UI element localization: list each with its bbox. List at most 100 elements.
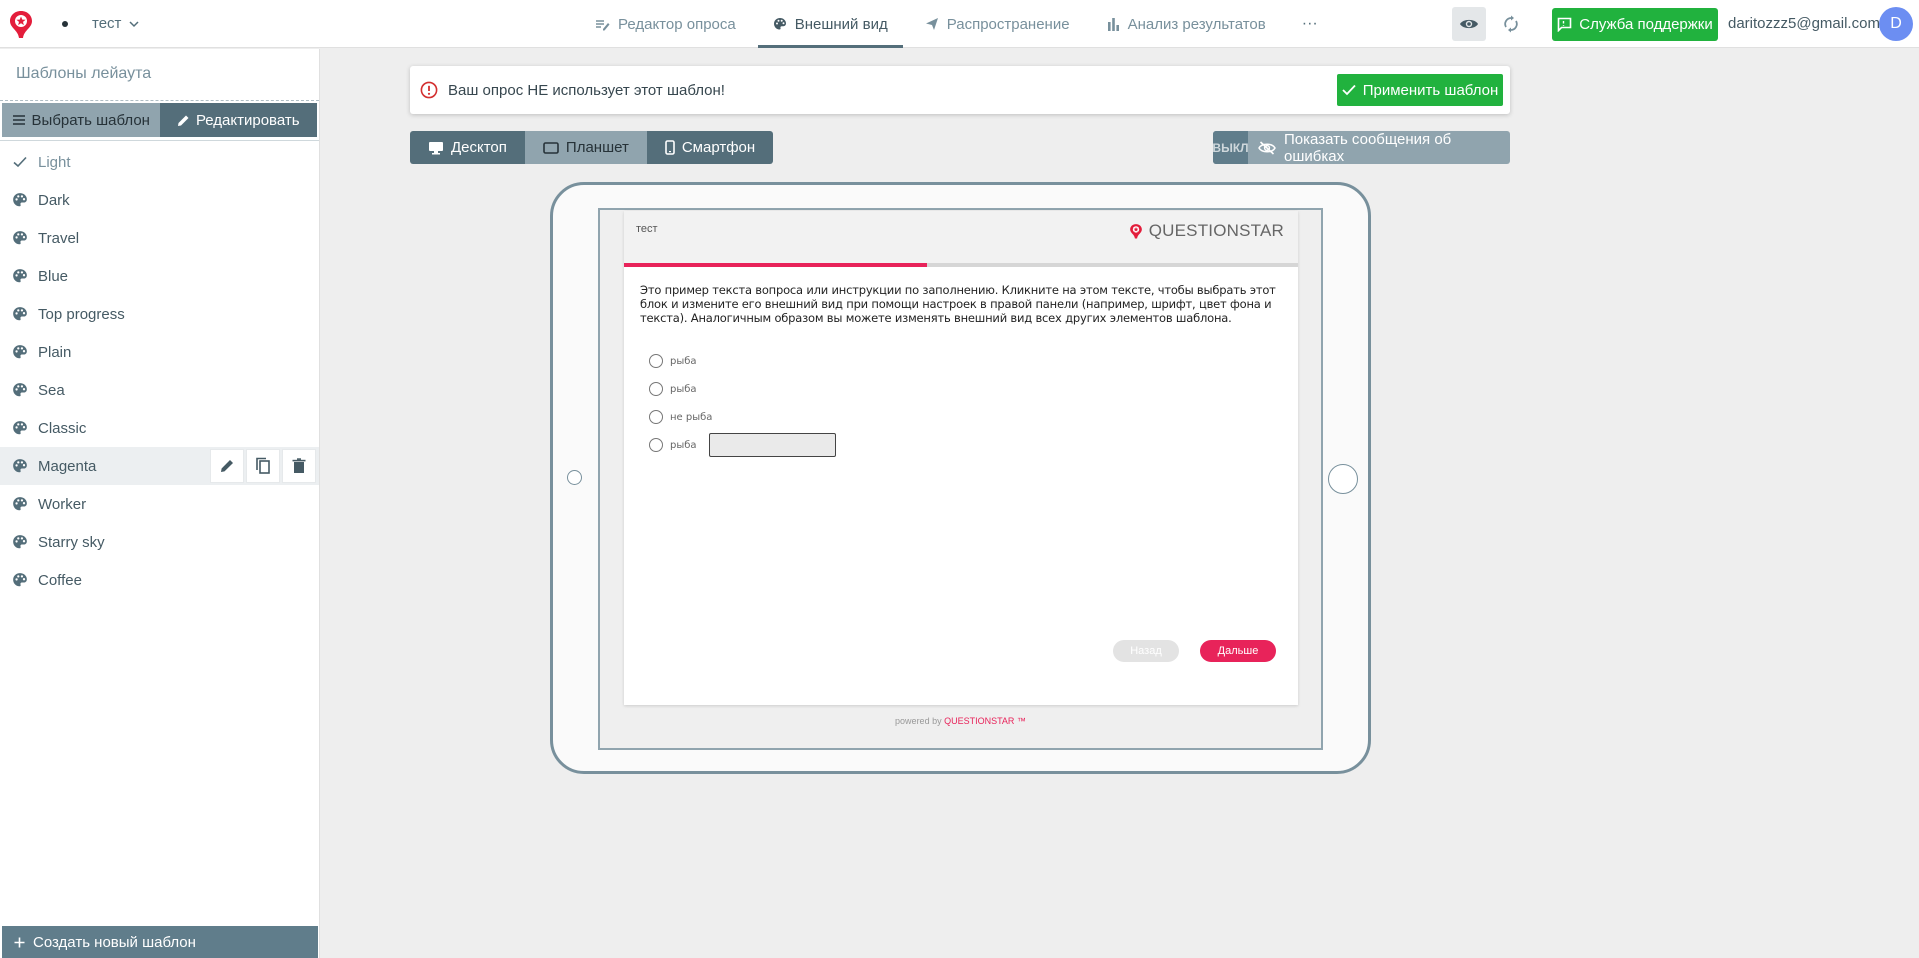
radio-button[interactable] <box>649 354 663 368</box>
template-name: Sea <box>38 381 65 399</box>
menu-icon <box>12 114 26 126</box>
powered-by: powered by QUESTIONSTAR ™ <box>600 716 1321 726</box>
eye-off-icon <box>1258 140 1276 155</box>
answer-label: рыба <box>670 439 697 451</box>
nav-distribution[interactable]: Распространение <box>910 0 1085 48</box>
answer-option[interactable]: рыба <box>649 431 1298 459</box>
more-menu-button[interactable]: ··· <box>1288 0 1332 48</box>
pencil-icon <box>219 458 235 474</box>
check-icon <box>12 154 28 170</box>
tab-select-label: Выбрать шаблон <box>31 111 150 129</box>
device-switcher: Десктоп Планшет Смартфон <box>410 131 774 164</box>
apply-template-button[interactable]: Применить шаблон <box>1337 74 1503 106</box>
answer-option[interactable]: не рыба <box>649 403 1298 431</box>
nav-editor[interactable]: Редактор опроса <box>580 0 751 48</box>
create-template-label: Создать новый шаблон <box>33 933 196 951</box>
survey-preview: тест QUESTIONSTAR Это пример текста вопр… <box>624 211 1298 705</box>
template-name: Top progress <box>38 305 125 323</box>
template-item-sea[interactable]: Sea <box>0 371 319 409</box>
template-notice: Ваш опрос НЕ использует этот шаблон! При… <box>410 66 1510 114</box>
template-item-travel[interactable]: Travel <box>0 219 319 257</box>
back-button[interactable]: Назад <box>1113 640 1179 662</box>
question-text[interactable]: Это пример текста вопроса или инструкции… <box>624 267 1298 325</box>
device-phone-button[interactable]: Смартфон <box>647 131 773 164</box>
survey-name-label: тест <box>92 15 122 32</box>
template-item-top-progress[interactable]: Top progress <box>0 295 319 333</box>
support-button[interactable]: Служба поддержки <box>1552 8 1718 41</box>
tab-edit-template[interactable]: Редактировать <box>159 103 317 137</box>
create-template-button[interactable]: Создать новый шаблон <box>2 926 318 958</box>
template-actions <box>210 449 316 483</box>
template-item-classic[interactable]: Classic <box>0 409 319 447</box>
device-tablet-button[interactable]: Планшет <box>524 131 647 164</box>
palette-icon <box>12 192 28 208</box>
edit-template-button[interactable] <box>210 449 244 483</box>
tablet-frame: тест QUESTIONSTAR Это пример текста вопр… <box>550 182 1371 774</box>
palette-icon <box>12 496 28 512</box>
nav-appearance[interactable]: Внешний вид <box>757 0 903 48</box>
alert-circle-icon <box>420 81 438 99</box>
radio-button[interactable] <box>649 382 663 396</box>
template-item-magenta[interactable]: Magenta <box>0 447 319 485</box>
answer-label: не рыба <box>670 411 713 423</box>
tablet-icon <box>543 141 559 154</box>
template-name: Dark <box>38 191 70 209</box>
template-item-blue[interactable]: Blue <box>0 257 319 295</box>
bar-chart-icon <box>1107 17 1120 31</box>
tab-edit-label: Редактировать <box>195 111 300 129</box>
palette-icon <box>12 268 28 284</box>
template-item-dark[interactable]: Dark <box>0 181 319 219</box>
user-email[interactable]: daritozzz5@gmail.com <box>1728 15 1880 32</box>
powered-brand: QUESTIONSTAR ™ <box>944 716 1026 726</box>
answer-option[interactable]: рыба <box>649 347 1298 375</box>
survey-header[interactable]: тест QUESTIONSTAR <box>624 211 1298 263</box>
nav-appearance-label: Внешний вид <box>794 15 888 33</box>
other-answer-input[interactable] <box>708 433 836 457</box>
template-item-light[interactable]: Light <box>0 143 319 181</box>
trash-icon <box>292 458 306 474</box>
template-name: Blue <box>38 267 69 285</box>
sync-button[interactable] <box>1494 7 1528 41</box>
palette-icon <box>12 382 28 398</box>
device-desktop-button[interactable]: Десктоп <box>410 131 525 164</box>
nav-distribution-label: Распространение <box>946 15 1070 33</box>
app-logo-icon[interactable] <box>6 8 36 40</box>
preview-button[interactable] <box>1452 7 1486 41</box>
copy-template-button[interactable] <box>246 449 280 483</box>
template-item-plain[interactable]: Plain <box>0 333 319 371</box>
delete-template-button[interactable] <box>282 449 316 483</box>
template-item-coffee[interactable]: Coffee <box>0 561 319 599</box>
next-button[interactable]: Дальше <box>1200 640 1276 662</box>
palette-icon <box>12 344 28 360</box>
template-name: Light <box>38 153 71 171</box>
phone-icon <box>665 140 675 155</box>
questionstar-logo-icon <box>1128 221 1144 241</box>
palette-icon <box>12 458 28 474</box>
show-errors-toggle[interactable]: ВЫКЛ Показать сообщения об ошибках <box>1213 131 1510 164</box>
avatar[interactable]: D <box>1879 7 1913 41</box>
eye-icon <box>1459 17 1479 31</box>
radio-button[interactable] <box>649 438 663 452</box>
tab-select-template[interactable]: Выбрать шаблон <box>2 103 160 137</box>
sidebar-divider <box>0 137 319 141</box>
nav-analysis[interactable]: Анализ результатов <box>1092 0 1281 48</box>
send-icon <box>925 17 939 31</box>
template-name: Travel <box>38 229 80 247</box>
powered-prefix: powered by <box>895 716 942 726</box>
more-icon: ··· <box>1301 15 1318 32</box>
sync-icon <box>1502 15 1520 33</box>
top-bar: тест Редактор опроса Внешний вид Распрос… <box>0 0 1919 48</box>
palette-icon <box>12 420 28 436</box>
nav-editor-label: Редактор опроса <box>618 15 736 33</box>
answer-option[interactable]: рыба <box>649 375 1298 403</box>
palette-icon <box>12 230 28 246</box>
chevron-down-icon <box>129 19 139 29</box>
radio-button[interactable] <box>649 410 663 424</box>
survey-selector[interactable]: тест <box>92 15 139 32</box>
brand-name: QUESTIONSTAR <box>1148 221 1284 240</box>
template-name: Starry sky <box>38 533 105 551</box>
template-item-worker[interactable]: Worker <box>0 485 319 523</box>
copy-icon <box>255 457 271 475</box>
template-item-starry-sky[interactable]: Starry sky <box>0 523 319 561</box>
feedback-icon <box>1557 17 1572 32</box>
